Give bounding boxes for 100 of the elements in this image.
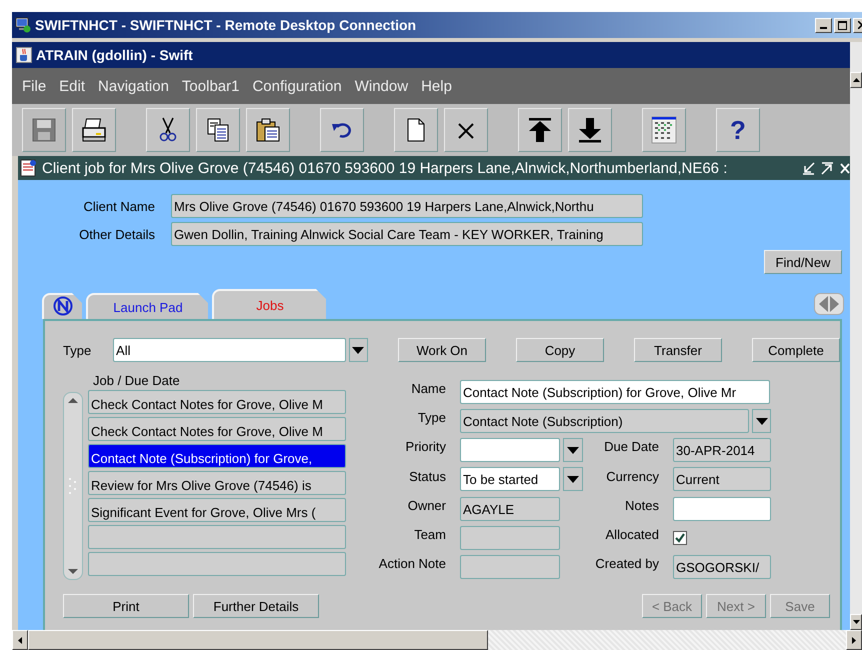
text-field[interactable] (460, 526, 560, 550)
scroll-arrows-icon[interactable] (814, 293, 844, 315)
dropdown-field[interactable]: To be started (460, 467, 560, 492)
maximize-icon[interactable] (821, 162, 834, 174)
field-label: Other Details (78, 226, 156, 242)
minimize-icon[interactable] (802, 162, 815, 174)
scroll-up-button[interactable] (850, 72, 862, 88)
menu-item[interactable]: Window (354, 78, 408, 94)
list-item[interactable]: Check Contact Notes for Grove, Olive M (88, 390, 346, 414)
window-title: Client job for Mrs Olive Grove (74546) 01670 593600 19 Harpers Lane,Alnwick,Northumberland,NE66 : (42, 160, 728, 176)
type-dropdown[interactable]: All (113, 338, 346, 362)
action-button[interactable]: Work On (398, 338, 486, 362)
toolbar-button[interactable]: ? (716, 108, 760, 152)
menu-item[interactable]: Help (421, 78, 452, 94)
menu-item[interactable]: Configuration (252, 78, 342, 94)
toolbar-button[interactable] (146, 108, 190, 152)
toolbar-button[interactable] (394, 108, 438, 152)
maximize-icon (838, 20, 847, 30)
field-label: Client Name (82, 198, 156, 214)
field-label: Priority (404, 438, 447, 454)
toolbar-button[interactable] (444, 108, 488, 152)
text-field[interactable]: 30-APR-2014 (673, 438, 771, 462)
close-icon[interactable] (840, 162, 850, 174)
coffee-cup-icon (16, 47, 32, 63)
text-field[interactable] (460, 555, 560, 580)
list-item[interactable]: Significant Event for Grove, Olive Mrs ( (88, 498, 346, 522)
printer-icon (80, 116, 108, 144)
toolbar-button[interactable] (72, 108, 116, 152)
toolbar-button[interactable] (246, 108, 290, 152)
field-label: Allocated (604, 526, 660, 542)
dropdown-field[interactable] (460, 438, 560, 462)
dropdown-button[interactable] (563, 467, 583, 492)
field-label: Type (416, 409, 447, 426)
scroll-right-button[interactable] (846, 630, 862, 650)
dropdown-arrow-icon (352, 346, 364, 354)
scrollbar[interactable] (63, 392, 83, 580)
action-button[interactable]: Further Details (193, 594, 319, 618)
dropdown-arrow-icon (567, 476, 579, 483)
checkbox[interactable] (673, 530, 687, 545)
dropdown-button[interactable] (563, 438, 583, 462)
field-label: Type (63, 342, 92, 358)
window-title: SWIFTNHCT - SWIFTNHCT - Remote Desktop Connection (35, 17, 418, 33)
window-title: ATRAIN (gdollin) - Swift (36, 47, 193, 63)
tab[interactable] (42, 293, 82, 319)
toolbar-button[interactable] (568, 108, 612, 152)
field-label: Owner (406, 496, 447, 513)
scroll-right-icon (852, 636, 856, 644)
action-button[interactable]: Copy (516, 338, 604, 362)
scroll-down-button[interactable] (850, 614, 862, 630)
menu-item[interactable]: Navigation (98, 78, 169, 94)
text-field[interactable] (673, 496, 771, 521)
scroll-down-icon (852, 620, 860, 624)
list-header: Job / Due Date (93, 373, 181, 388)
list-item[interactable]: Contact Note (Subscription) for Grove, (88, 444, 346, 468)
toolbar-button[interactable] (320, 108, 364, 152)
toolbar-button[interactable] (196, 108, 240, 152)
checkmark-icon (675, 532, 685, 543)
toolbar-button[interactable] (642, 108, 686, 152)
text-field[interactable]: GSOGORSKI/ (673, 555, 771, 580)
toolbar-button[interactable] (518, 108, 562, 152)
horizontal-scrollbar[interactable] (12, 630, 862, 650)
field-label: Action Note (378, 555, 447, 572)
field-label: Notes (624, 496, 660, 513)
field-label: Status (408, 468, 447, 484)
scroll-left-button[interactable] (12, 630, 28, 650)
menu-item[interactable]: File (22, 78, 46, 94)
list-item[interactable]: Check Contact Notes for Grove, Olive M (88, 417, 346, 441)
action-button[interactable]: Complete (752, 338, 840, 362)
field-label: Currency (605, 468, 660, 484)
type-dropdown[interactable]: Contact Note (Subscription) (460, 409, 750, 434)
find-new-button[interactable]: Find/New (764, 250, 842, 274)
text-field[interactable]: AGAYLE (460, 496, 560, 521)
text-field[interactable]: Current (673, 467, 771, 492)
field-label: Name (410, 380, 447, 396)
arrow-down-bar-icon (576, 116, 604, 144)
scrollbar-thumb[interactable] (28, 630, 488, 650)
minimize-button[interactable] (815, 18, 832, 32)
clipboard-icon (254, 116, 282, 144)
dropdown-arrow-icon (756, 418, 768, 425)
dropdown-button[interactable] (348, 338, 368, 362)
text-field[interactable]: Mrs Olive Grove (74546) 01670 593600 19 Harpers Lane,Alnwick,Northu (171, 194, 643, 218)
vertical-scrollbar[interactable] (850, 42, 862, 630)
arrow-up-bar-icon (526, 116, 554, 144)
list-item[interactable]: Review for Mrs Olive Grove (74546) is (88, 471, 346, 495)
field-label: Created by (594, 555, 660, 572)
action-button[interactable]: Print (63, 594, 189, 618)
dropdown-button[interactable] (752, 409, 771, 434)
menu-item[interactable]: Edit (59, 78, 86, 94)
scroll-left-icon (18, 636, 22, 644)
action-button[interactable]: Transfer (634, 338, 722, 362)
menu-item[interactable]: Toolbar1 (182, 78, 240, 94)
field-label: Due Date (603, 438, 660, 454)
scroll-up-icon (852, 78, 860, 82)
dropdown-arrow-icon (567, 446, 579, 454)
grip-dots-icon (68, 476, 78, 496)
text-field[interactable]: Contact Note (Subscription) for Grove, Olive Mr (460, 380, 770, 404)
tab[interactable]: Launch Pad (86, 293, 208, 319)
text-field[interactable]: Gwen Dollin, Training Alnwick Social Care Team - KEY WORKER, Training (171, 222, 643, 246)
field-label: Team (413, 526, 447, 542)
maximize-button[interactable] (834, 18, 851, 32)
